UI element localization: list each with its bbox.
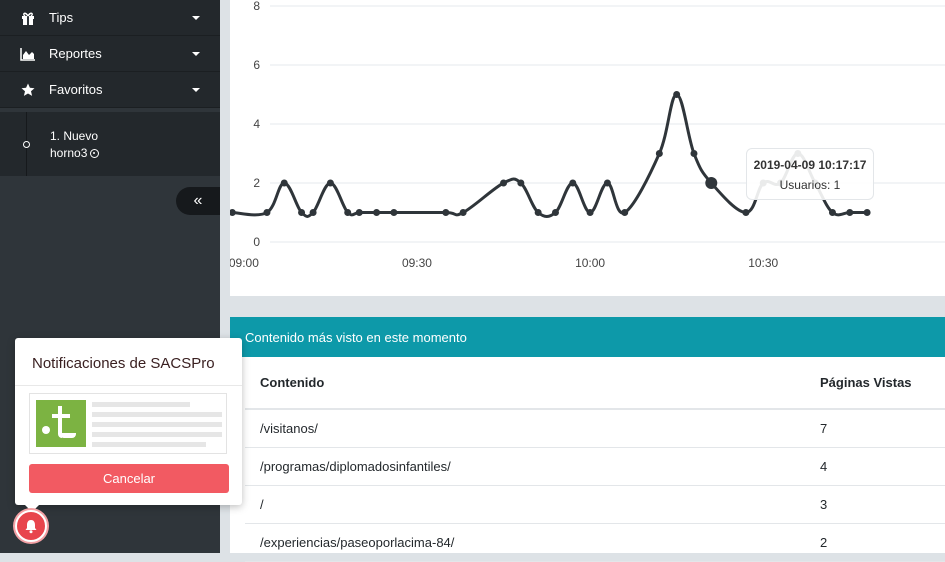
page-views: 7 [805,409,945,448]
data-point [263,209,271,216]
data-point [828,209,836,216]
x-tick-label: 10:30 [748,256,778,270]
notification-title: Notificaciones de SACSPro [15,338,242,386]
data-point [355,209,363,216]
content-path: /programas/diplomadosinfantiles/ [245,447,805,486]
gift-icon [20,10,36,26]
content-path: / [245,485,805,524]
content-path: /visitanos/ [245,409,805,448]
area-chart-icon [20,46,36,62]
placeholder-line [92,442,206,447]
data-point [390,209,398,216]
data-point [373,209,381,216]
tooltip-date: 2019-04-09 10:17:17 [753,158,867,172]
page-views: 4 [805,447,945,486]
chevron-down-icon [192,87,200,92]
placeholder-line [92,412,222,417]
y-tick-label: 8 [253,0,260,13]
data-point [230,209,236,216]
top-content-table: Contenido Páginas Vistas /visitanos/7 /p… [245,357,945,562]
chart-tooltip: 2019-04-09 10:17:17 Usuarios: 1 [746,148,874,200]
table-row: /experiencias/paseoporlacima-84/2 [245,523,945,562]
page-views: 2 [805,523,945,562]
sidebar-item-reportes[interactable]: Reportes [0,36,220,72]
notification-popup: Notificaciones de SACSPro Cancelar [15,338,242,512]
chevron-down-icon [192,15,200,20]
placeholder-line [92,402,190,407]
timeline-dot-icon [23,141,30,148]
sidebar-item-favoritos[interactable]: Favoritos [0,72,220,108]
chevron-down-icon [192,51,200,56]
data-point [603,179,611,187]
tooltip-value: Usuarios: 1 [779,178,841,192]
data-point [742,209,750,216]
favorite-item-line1: 1. Nuevo [50,129,99,143]
sidebar-item-label: Tips [49,10,74,25]
data-point [344,209,352,216]
data-point [298,209,306,216]
table-row: /3 [245,485,945,524]
star-icon [20,82,36,98]
y-tick-label: 2 [253,176,260,190]
y-tick-label: 6 [253,58,260,72]
data-point [459,209,467,216]
data-point [309,209,317,216]
top-content-card: Contenido más visto en este momento Cont… [230,317,945,562]
sidebar-item-tips[interactable]: Tips [0,0,220,36]
remove-favorite-icon[interactable] [90,149,100,158]
notification-bell-button[interactable] [15,510,47,542]
data-point [326,179,334,187]
users-chart-card: 0 2 4 6 8 09:00 09:30 10:00 10:30 2019-04-09 10:… [230,0,945,296]
page-views: 3 [805,485,945,524]
cancel-button[interactable]: Cancelar [29,464,229,493]
card-title: Contenido más visto en este momento [230,317,945,357]
sidebar-collapse-button[interactable]: « [176,187,220,215]
x-tick-label: 10:00 [575,256,605,270]
data-point [705,177,718,189]
x-tick-label: 09:00 [230,256,259,270]
column-header-paginas-vistas: Páginas Vistas [805,357,945,410]
data-point [690,150,698,157]
data-point [846,209,854,216]
site-logo-icon [36,400,86,447]
placeholder-line [92,432,222,437]
notification-preview [29,393,227,454]
data-point [863,209,871,216]
y-tick-label: 0 [253,235,260,249]
data-point [534,209,542,216]
data-point [280,179,288,187]
data-point [517,179,525,187]
data-point [586,209,594,216]
data-point [621,209,629,216]
x-tick-label: 09:30 [402,256,432,270]
favorite-item[interactable]: 1. Nuevo horno3 [50,128,100,162]
data-point [551,209,559,216]
data-point [442,209,450,216]
favorite-item-line2: horno3 [50,146,88,160]
table-row: /programas/diplomadosinfantiles/4 [245,447,945,486]
data-point [655,150,663,157]
column-header-contenido: Contenido [245,357,805,410]
data-point [500,179,508,187]
data-point [569,179,577,187]
data-point [673,91,681,98]
table-row: /visitanos/7 [245,409,945,448]
sidebar-item-label: Reportes [49,46,102,61]
placeholder-line [92,422,222,427]
bell-icon [25,519,37,533]
sidebar-item-label: Favoritos [49,82,103,97]
favorites-submenu: 1. Nuevo horno3 [0,112,220,176]
table-header-row: Contenido Páginas Vistas [245,357,945,410]
y-tick-label: 4 [253,117,260,131]
content-path: /experiencias/paseoporlacima-84/ [245,523,805,562]
